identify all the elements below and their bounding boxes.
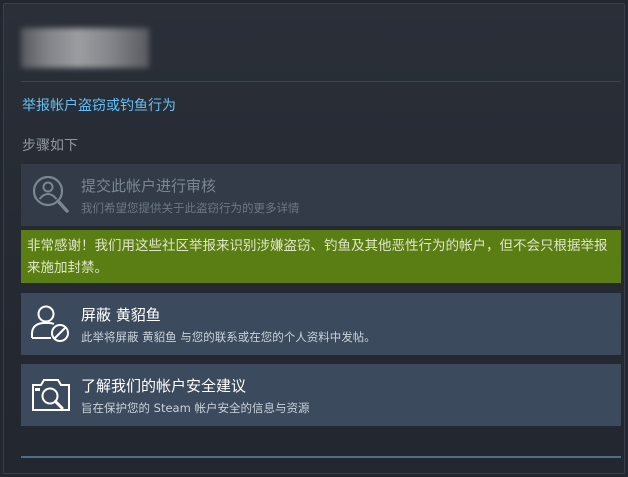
security-tips-option[interactable]: 了解我们的帐户安全建议 旨在保护您的 Steam 帐户安全的信息与资源: [21, 364, 621, 426]
submit-review-option[interactable]: 提交此帐户进行审核 我们希望您提供关于此盗窃行为的更多详情: [21, 164, 621, 226]
option-title: 屏蔽 黄貂鱼: [81, 305, 161, 324]
steps-heading: 步骤如下: [22, 138, 78, 154]
option-title: 提交此帐户进行审核: [81, 176, 217, 195]
option-description: 我们希望您提供关于此盗窃行为的更多详情: [81, 200, 300, 215]
search-user-icon: [21, 164, 81, 226]
block-user-icon: [21, 293, 81, 355]
top-divider: [21, 81, 621, 82]
block-user-option[interactable]: 屏蔽 黄貂鱼 此举将屏蔽 黄貂鱼 与您的联系或在您的个人资料中发帖。: [21, 293, 621, 355]
report-dialog: 举报帐户盗窃或钓鱼行为 步骤如下 提交此帐户进行审核 我们希望您提供关于此盗窃行…: [3, 3, 625, 474]
bottom-divider: [21, 456, 621, 458]
option-description: 旨在保护您的 Steam 帐户安全的信息与资源: [81, 400, 310, 415]
thank-you-notice: 非常感谢！我们用这些社区举报来识别涉嫌盗窃、钓鱼及其他恶性行为的帐户，但不会只根…: [21, 230, 621, 283]
report-theft-phishing-link[interactable]: 举报帐户盗窃或钓鱼行为: [22, 95, 176, 115]
option-description: 此举将屏蔽 黄貂鱼 与您的联系或在您的个人资料中发帖。: [81, 329, 376, 344]
option-title: 了解我们的帐户安全建议: [81, 376, 247, 395]
security-tips-icon: [21, 364, 81, 426]
blurred-username: [21, 28, 149, 68]
